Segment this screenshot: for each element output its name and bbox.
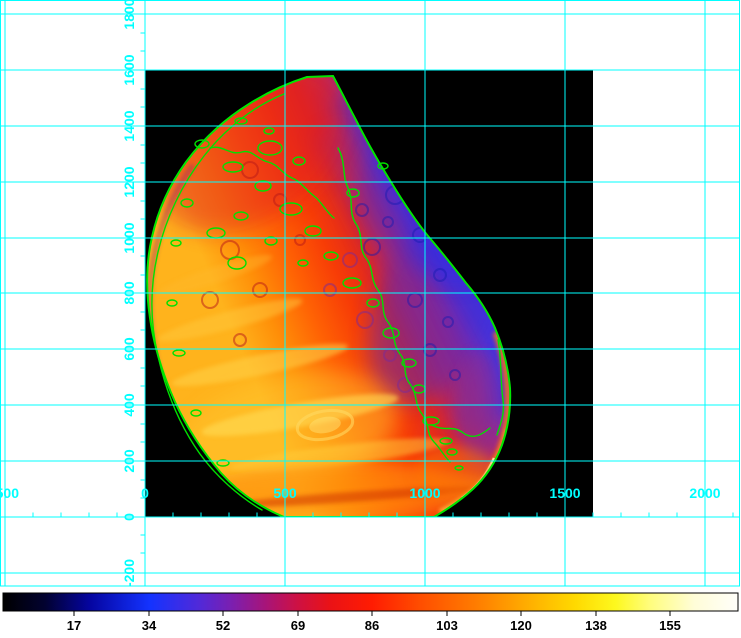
colorbar-label: 69 <box>291 618 305 633</box>
x-axis-label: 1000 <box>409 485 440 501</box>
colorbar-gradient <box>3 593 738 611</box>
y-axis-label: 1400 <box>121 110 137 141</box>
colorbar-label: 86 <box>365 618 379 633</box>
scientific-plot-canvas: 1800 1600 1400 1200 1000 800 600 400 200… <box>0 0 741 638</box>
colorbar-label: 155 <box>659 618 681 633</box>
x-axis-label: 500 <box>273 485 297 501</box>
y-axis-label: 1800 <box>121 0 137 30</box>
y-axis-label: 1200 <box>121 166 137 197</box>
colorbar-label: 138 <box>585 618 607 633</box>
x-axis-label: 0 <box>141 485 149 501</box>
y-axis-label: 1600 <box>121 54 137 85</box>
y-axis-label: 800 <box>121 281 137 305</box>
y-axis-label: -200 <box>121 559 137 587</box>
y-axis-label: 0 <box>121 513 137 521</box>
y-axis-label: 1000 <box>121 222 137 253</box>
x-axis-label: 1500 <box>549 485 580 501</box>
colorbar-label: 52 <box>216 618 230 633</box>
colorbar-label: 17 <box>67 618 81 633</box>
y-axis-label: 600 <box>121 337 137 361</box>
y-axis-label: 200 <box>121 449 137 473</box>
y-axis-label: 400 <box>121 393 137 417</box>
x-axis-label: -500 <box>0 485 19 501</box>
colorbar-label: 103 <box>436 618 458 633</box>
x-axis-label: 2000 <box>689 485 720 501</box>
colorbar-label: 34 <box>142 618 157 633</box>
colorbar-label: 120 <box>510 618 532 633</box>
